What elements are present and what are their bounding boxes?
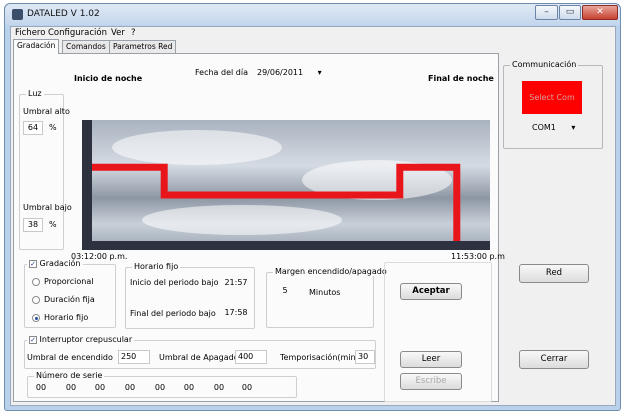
interruptor-check-label: Interruptor crepuscular	[39, 335, 133, 344]
numero-serie-title: Número de serie	[34, 371, 105, 380]
serie-byte[interactable]: 00	[211, 383, 227, 392]
margen-title: Margen encendido/apagado	[273, 267, 389, 276]
proporcional-label: Proporcional	[44, 277, 94, 286]
gradacion-check-label: Gradación	[39, 259, 81, 268]
menu-help[interactable]: ?	[131, 28, 136, 38]
menu-configuracion[interactable]: Configuración	[48, 28, 107, 38]
serie-byte[interactable]: 00	[239, 383, 255, 392]
maximize-icon[interactable]: ▭	[559, 5, 581, 20]
inicio-periodo-label: Inicio del periodo bajo	[130, 278, 219, 287]
serie-byte[interactable]: 00	[63, 383, 79, 392]
chevron-down-icon: ▾	[317, 68, 322, 77]
final-periodo-label: Final del periodo bajo	[130, 309, 216, 318]
aceptar-button[interactable]: Aceptar	[400, 283, 462, 300]
close-icon[interactable]: ✕	[582, 5, 618, 20]
temporizacion-input[interactable]: 30	[355, 350, 375, 364]
horario-fijo-group: Horario fijo Inicio del periodo bajo 21:…	[125, 262, 255, 329]
gradacion-check[interactable]: ✓ Gradación	[27, 259, 83, 268]
umbral-bajo-label: Umbral bajo	[23, 203, 72, 212]
umbral-apagado-input[interactable]: 400	[235, 350, 267, 364]
escribe-button[interactable]: Escribe	[400, 373, 462, 390]
margen-value[interactable]: 5	[277, 286, 293, 295]
interruptor-check[interactable]: ✓ Interruptor crepuscular	[27, 335, 135, 344]
tab-parametros-red[interactable]: Parametros Red	[109, 40, 177, 53]
cerrar-button[interactable]: Cerrar	[519, 350, 589, 369]
gradacion-checkbox[interactable]: ✓	[29, 259, 37, 268]
fecha-label: Fecha del día	[195, 68, 248, 77]
gradacion-group: ✓ Gradación Proporcional Duración fija H…	[24, 259, 116, 328]
app-icon	[12, 9, 23, 20]
umbral-apagado-label: Umbral de Apagado	[159, 353, 239, 362]
app-window: DATALED V 1.02 – ▭ ✕ Fichero Configuraci…	[4, 3, 621, 411]
umbral-encendido-input[interactable]: 250	[118, 350, 150, 364]
umbral-alto-input[interactable]: 64	[23, 121, 43, 135]
serie-byte[interactable]: 00	[181, 383, 197, 392]
proporcional-radio[interactable]	[32, 278, 40, 286]
temporizacion-label: Temporisación(min)	[280, 353, 359, 362]
tab-comandos[interactable]: Comandos	[62, 40, 110, 53]
serie-byte[interactable]: 00	[33, 383, 49, 392]
final-periodo-value[interactable]: 17:58	[224, 308, 248, 317]
red-button[interactable]: Red	[519, 264, 589, 283]
interruptor-checkbox[interactable]: ✓	[29, 335, 37, 344]
numero-serie-group: Número de serie 00 00 00 00 00 00 00 00	[27, 371, 297, 398]
communication-title: Communicación	[510, 60, 579, 69]
duracion-fija-label: Duración fija	[44, 295, 95, 304]
communication-group: Communicación Select Com COM1 ▾	[503, 60, 603, 149]
date-value: 29/06/2011	[257, 68, 304, 77]
luz-title: Luz	[26, 89, 44, 98]
margen-group: Margen encendido/apagado 5 Minutos	[266, 267, 389, 328]
horario-fijo-label: Horario fijo	[44, 313, 89, 322]
com-port-value: COM1	[532, 123, 556, 132]
x-end-label: 11:53:00 p.m	[451, 252, 505, 261]
schedule-chart	[82, 120, 490, 250]
horario-fijo-title: Horario fijo	[132, 262, 181, 271]
menu-fichero[interactable]: Fichero	[15, 28, 45, 38]
date-select[interactable]: 29/06/2011 ▾	[257, 68, 322, 77]
horario-fijo-radio[interactable]	[32, 314, 40, 322]
action-group: Aceptar Leer Escribe	[384, 262, 492, 402]
minimize-icon[interactable]: –	[535, 5, 558, 20]
schedule-line-svg	[92, 163, 461, 241]
umbral-alto-label: Umbral alto	[23, 107, 70, 116]
luz-group: Luz Umbral alto 64 % Umbral bajo 38 %	[19, 89, 72, 250]
inicio-periodo-value[interactable]: 21:57	[224, 278, 248, 287]
duracion-fija-radio[interactable]	[32, 296, 40, 304]
umbral-bajo-input[interactable]: 38	[23, 218, 43, 232]
interruptor-group: ✓ Interruptor crepuscular Umbral de ence…	[24, 335, 376, 369]
final-noche-label: Final de noche	[428, 74, 494, 83]
serie-byte[interactable]: 00	[152, 383, 168, 392]
schedule-line	[92, 163, 461, 241]
client-area: Fichero Configuración Ver ? Gradación Co…	[10, 26, 616, 406]
margen-unit: Minutos	[309, 288, 341, 297]
serie-byte[interactable]: 00	[92, 383, 108, 392]
menu-bar: Fichero Configuración Ver ?	[11, 27, 615, 39]
serie-byte[interactable]: 00	[122, 383, 138, 392]
com-port-select[interactable]: COM1 ▾	[532, 123, 575, 132]
leer-button[interactable]: Leer	[400, 351, 462, 368]
title-bar[interactable]: DATALED V 1.02 – ▭ ✕	[5, 4, 620, 25]
select-com-button[interactable]: Select Com	[522, 81, 582, 114]
tab-gradacion[interactable]: Gradación	[13, 39, 60, 54]
umbral-alto-unit: %	[49, 123, 57, 132]
umbral-encendido-label: Umbral de encendido	[27, 353, 113, 362]
window-title: DATALED V 1.02	[27, 9, 100, 19]
chevron-down-icon: ▾	[571, 123, 576, 132]
inicio-noche-label: Inicio de noche	[74, 74, 143, 83]
umbral-bajo-unit: %	[49, 220, 57, 229]
gradacion-panel: Inicio de noche Fecha del día 29/06/2011…	[13, 53, 505, 402]
menu-ver[interactable]: Ver	[111, 28, 125, 38]
